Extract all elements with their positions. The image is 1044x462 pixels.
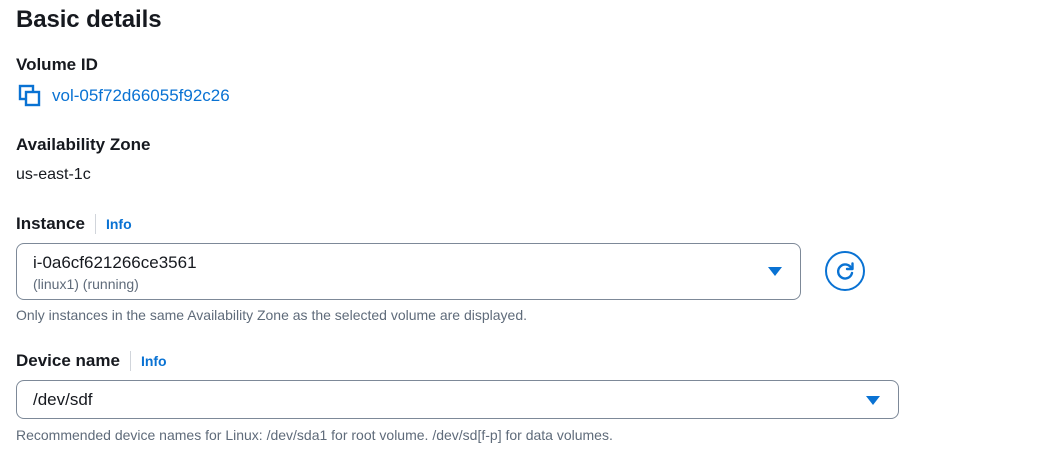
- label-divider: [129, 351, 131, 371]
- instance-label: Instance: [16, 214, 85, 233]
- refresh-icon: [834, 260, 856, 282]
- volume-id-row: vol-05f72d66055f92c26: [18, 84, 230, 108]
- availability-zone-value: us-east-1c: [16, 166, 91, 183]
- instance-hint: Only instances in the same Availability …: [16, 307, 528, 323]
- instance-selected-detail: (linux1) (running): [33, 276, 139, 292]
- instance-select[interactable]: i-0a6cf621266ce3561 (linux1) (running): [16, 243, 801, 300]
- refresh-button[interactable]: [825, 251, 865, 291]
- device-selected-value: /dev/sdf: [33, 390, 93, 409]
- label-divider: [94, 214, 96, 234]
- device-info-link[interactable]: Info: [141, 353, 167, 369]
- instance-label-row: Instance Info: [16, 214, 132, 234]
- copy-icon[interactable]: [18, 84, 42, 108]
- caret-down-icon: [768, 267, 782, 276]
- volume-id-link[interactable]: vol-05f72d66055f92c26: [52, 86, 230, 106]
- device-hint: Recommended device names for Linux: /dev…: [16, 427, 613, 443]
- instance-info-link[interactable]: Info: [106, 216, 132, 232]
- instance-selected-value: i-0a6cf621266ce3561: [33, 253, 197, 272]
- device-label-row: Device name Info: [16, 351, 167, 371]
- section-title: Basic details: [16, 6, 162, 33]
- volume-id-label: Volume ID: [16, 55, 98, 74]
- device-name-select[interactable]: /dev/sdf: [16, 380, 899, 419]
- caret-down-icon: [866, 396, 880, 405]
- device-name-label: Device name: [16, 351, 120, 370]
- basic-details-panel: Basic details Volume ID vol-05f72d66055f…: [0, 0, 1044, 462]
- availability-zone-label: Availability Zone: [16, 135, 151, 154]
